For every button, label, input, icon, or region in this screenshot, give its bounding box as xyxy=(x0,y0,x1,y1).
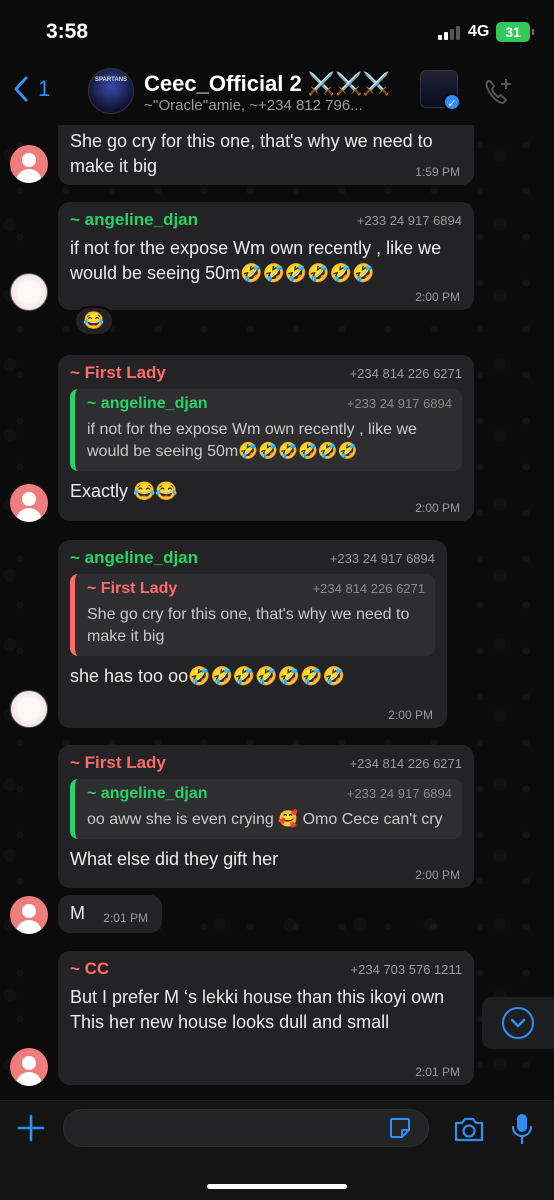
message-time: 2:00 PM xyxy=(415,501,460,515)
group-avatar-text: SPARTANS xyxy=(94,77,128,83)
attach-button[interactable] xyxy=(16,1113,46,1148)
scroll-down-icon xyxy=(502,1007,534,1039)
message-time: 2:00 PM xyxy=(415,868,460,882)
message-time: 1:59 PM xyxy=(415,165,460,179)
quoted-message[interactable]: ~ angeline_djan +233 24 917 6894 if not … xyxy=(70,389,462,471)
sticker-button[interactable] xyxy=(388,1116,412,1145)
home-indicator xyxy=(207,1184,347,1189)
unread-count: 1 xyxy=(38,76,51,101)
back-button[interactable]: 1 xyxy=(14,76,50,102)
sender-avatar[interactable] xyxy=(10,273,48,311)
quoted-sender: ~ angeline_djan xyxy=(87,395,208,412)
status-time: 3:58 xyxy=(46,20,89,43)
message-text: What else did they gift her xyxy=(70,849,279,869)
message-text: she has too oo🤣🤣🤣🤣🤣🤣🤣 xyxy=(70,666,345,686)
message-bubble[interactable]: She go cry for this one, that's why we n… xyxy=(58,125,474,185)
group-name[interactable]: Ceec_Official 2 ⚔️⚔️⚔️ xyxy=(144,71,390,97)
sender-name[interactable]: ~ First Lady xyxy=(70,753,166,773)
message-text: She go cry for this one, that's why we n… xyxy=(70,131,433,176)
sender-phone: +234 814 226 6271 xyxy=(349,756,462,771)
quoted-phone: +233 24 917 6894 xyxy=(346,786,452,801)
sender-name[interactable]: ~ angeline_djan xyxy=(70,548,198,568)
message-list[interactable]: She go cry for this one, that's why we n… xyxy=(0,125,554,1100)
signal-icon xyxy=(438,26,460,40)
message-bubble[interactable]: ~ angeline_djan +233 24 917 6894 if not … xyxy=(58,202,474,310)
sender-avatar[interactable] xyxy=(10,484,48,522)
sender-avatar[interactable] xyxy=(10,1048,48,1086)
quoted-phone: +234 814 226 6271 xyxy=(312,581,425,596)
quoted-message[interactable]: ~ First Lady +234 814 226 6271 She go cr… xyxy=(70,574,435,656)
message-bubble[interactable]: ~ First Lady +234 814 226 6271 ~ angelin… xyxy=(58,355,474,521)
message-time: 2:01 PM xyxy=(415,1065,460,1079)
quoted-sender: ~ angeline_djan xyxy=(87,785,208,802)
plus-icon xyxy=(17,1114,45,1142)
quoted-sender: ~ First Lady xyxy=(87,580,178,597)
sender-name[interactable]: ~ CC xyxy=(70,959,109,979)
message-time: 2:00 PM xyxy=(388,708,433,722)
sender-phone: +234 703 576 1211 xyxy=(350,962,462,977)
quoted-text: oo aww she is even crying 🥰 Omo Cece can… xyxy=(87,811,443,828)
quoted-phone: +233 24 917 6894 xyxy=(346,396,452,411)
sender-phone: +233 24 917 6894 xyxy=(329,551,435,566)
sticker-icon xyxy=(390,1118,410,1138)
sender-phone: +234 814 226 6271 xyxy=(349,366,462,381)
message-bubble[interactable]: ~ First Lady +234 814 226 6271 ~ angelin… xyxy=(58,745,474,888)
message-reaction[interactable]: 😂 xyxy=(74,306,114,336)
quoted-message[interactable]: ~ angeline_djan +233 24 917 6894 oo aww … xyxy=(70,779,462,839)
sender-avatar[interactable] xyxy=(10,896,48,934)
message-input[interactable] xyxy=(63,1109,429,1147)
sender-avatar[interactable] xyxy=(10,690,48,728)
camera-button[interactable] xyxy=(453,1115,485,1148)
verified-icon: ✓ xyxy=(443,93,461,111)
chat-header: 1 SPARTANS Ceec_Official 2 ⚔️⚔️⚔️ ~''Ora… xyxy=(0,62,554,125)
message-bubble[interactable]: ~ angeline_djan +233 24 917 6894 ~ First… xyxy=(58,540,447,728)
quoted-text: if not for the expose Wm own recently , … xyxy=(87,421,417,460)
community-avatar[interactable]: ✓ xyxy=(420,70,461,111)
mic-icon xyxy=(511,1114,533,1145)
group-participants[interactable]: ~''Oracle''amie, ~+234 812 796... xyxy=(144,97,363,114)
sender-avatar[interactable] xyxy=(10,145,48,183)
message-bubble[interactable]: M 2:01 PM xyxy=(58,895,162,933)
scroll-down-button[interactable] xyxy=(482,997,554,1049)
sender-name[interactable]: ~ angeline_djan xyxy=(70,210,198,230)
network-type: 4G xyxy=(468,23,490,40)
camera-icon xyxy=(454,1117,484,1142)
quoted-text: She go cry for this one, that's why we n… xyxy=(87,606,410,645)
message-time: 2:01 PM xyxy=(103,911,148,925)
composer-bar xyxy=(0,1100,554,1200)
message-text: Exactly 😂😂 xyxy=(70,481,178,501)
sender-phone: +233 24 917 6894 xyxy=(356,213,462,228)
mic-button[interactable] xyxy=(510,1112,534,1151)
message-text: if not for the expose Wm own recently , … xyxy=(70,238,442,283)
add-call-icon xyxy=(485,79,511,104)
add-call-button[interactable] xyxy=(482,76,514,113)
message-bubble[interactable]: ~ CC +234 703 576 1211 But I prefer M ‘s… xyxy=(58,951,474,1085)
back-chevron-icon xyxy=(14,76,28,102)
sender-name[interactable]: ~ First Lady xyxy=(70,363,166,383)
battery-icon: 31 xyxy=(496,22,534,42)
message-text: But I prefer M ‘s lekki house than this … xyxy=(70,987,445,1032)
message-time: 2:00 PM xyxy=(415,290,460,304)
status-bar: 3:58 4G 31 xyxy=(0,0,554,62)
group-avatar[interactable]: SPARTANS xyxy=(88,68,134,114)
